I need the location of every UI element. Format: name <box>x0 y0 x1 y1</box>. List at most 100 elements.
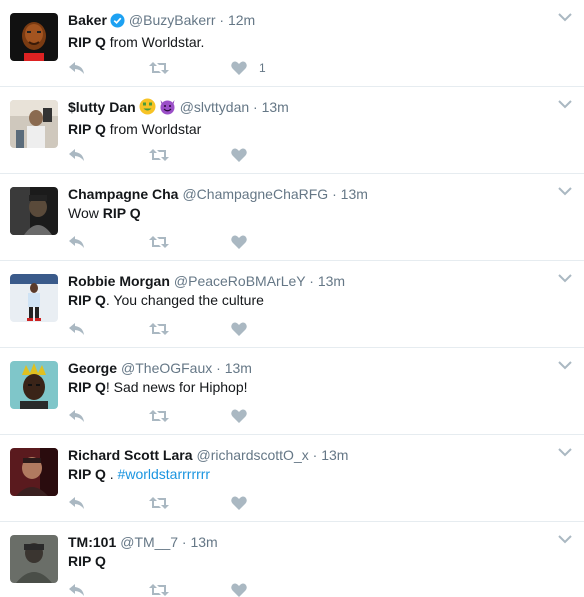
timestamp[interactable]: 13m <box>225 360 252 376</box>
heart-icon <box>231 322 247 336</box>
tweet-text-bold: RIP Q <box>68 34 106 50</box>
author-handle[interactable]: @PeaceRoBMArLeY <box>174 273 305 289</box>
chevron-down-icon[interactable] <box>558 99 572 109</box>
tweet-actions <box>68 145 308 165</box>
tweet-item[interactable]: TM:101 @TM__7 · 13m RIP Q <box>0 522 584 597</box>
tweet-item[interactable]: Baker @BuzyBakerr · 12m RIP Q from Worlds… <box>0 0 584 87</box>
chevron-down-icon[interactable] <box>558 360 572 370</box>
author-name[interactable]: Robbie Morgan <box>68 273 170 289</box>
author-name[interactable]: Baker <box>68 12 107 28</box>
like-button[interactable] <box>231 493 247 513</box>
retweet-button[interactable] <box>149 580 169 597</box>
avatar[interactable] <box>10 361 58 409</box>
tweet-item[interactable]: Champagne Cha @ChampagneChaRFG · 13m Wow … <box>0 174 584 261</box>
retweet-button[interactable] <box>149 493 169 513</box>
tweet-text-bold: RIP Q <box>68 553 106 569</box>
avatar[interactable] <box>10 100 58 148</box>
like-button[interactable] <box>231 406 247 426</box>
tweet-text-bold: RIP Q <box>68 292 106 308</box>
avatar[interactable] <box>10 13 58 61</box>
reply-button[interactable] <box>68 493 86 513</box>
author-name[interactable]: $lutty Dan <box>68 99 136 115</box>
retweet-button[interactable] <box>149 406 169 426</box>
tweet-text-bold: RIP Q <box>102 205 141 221</box>
reply-button[interactable] <box>68 232 86 252</box>
avatar-image <box>10 361 58 409</box>
author-handle[interactable]: @TheOGFaux <box>121 360 212 376</box>
timestamp[interactable]: 13m <box>321 447 348 463</box>
avatar[interactable] <box>10 187 58 235</box>
retweet-icon <box>149 323 169 335</box>
chevron-down-icon[interactable] <box>558 12 572 22</box>
tweet-text: RIP Q from Worldstar. <box>68 33 544 52</box>
chevron-down-icon[interactable] <box>558 273 572 283</box>
tweet-actions <box>68 406 308 426</box>
author-name[interactable]: Champagne Cha <box>68 186 178 202</box>
reply-button[interactable] <box>68 406 86 426</box>
tweet-actions <box>68 493 308 513</box>
avatar[interactable] <box>10 448 58 496</box>
retweet-button[interactable] <box>149 145 169 165</box>
heart-icon <box>231 61 247 75</box>
like-button[interactable] <box>231 232 247 252</box>
like-button[interactable] <box>231 580 247 597</box>
heart-icon <box>231 496 247 510</box>
hashtag-link[interactable]: #worldstarrrrrrr <box>118 466 211 482</box>
avatar[interactable] <box>10 274 58 322</box>
author-name[interactable]: TM:101 <box>68 534 116 550</box>
avatar-image <box>10 535 58 583</box>
author-handle[interactable]: @slvttydan <box>180 99 249 115</box>
avatar-image <box>10 13 58 61</box>
avatar[interactable] <box>10 535 58 583</box>
avatar-image <box>10 448 58 496</box>
author-name[interactable]: Richard Scott Lara <box>68 447 192 463</box>
timestamp[interactable]: 13m <box>190 534 217 550</box>
author-handle[interactable]: @BuzyBakerr <box>129 12 216 28</box>
retweet-button[interactable] <box>149 232 169 252</box>
timestamp[interactable]: 13m <box>318 273 345 289</box>
reply-icon <box>69 149 84 161</box>
like-button[interactable] <box>231 145 247 165</box>
chevron-down-icon[interactable] <box>558 447 572 457</box>
separator: · <box>219 12 225 28</box>
reply-button[interactable] <box>68 145 86 165</box>
reply-button[interactable] <box>68 58 86 78</box>
author-name[interactable]: George <box>68 360 117 376</box>
tweet-text-bold: RIP Q <box>68 379 106 395</box>
smiling-imp-icon <box>159 98 176 119</box>
tweet-actions: 1 <box>68 58 308 78</box>
author-handle[interactable]: @ChampagneChaRFG <box>182 186 328 202</box>
avatar-image <box>10 100 58 148</box>
reply-button[interactable] <box>68 580 86 597</box>
tweet-text-rest: . You changed the culture <box>105 292 264 308</box>
tweet-item[interactable]: Robbie Morgan @PeaceRoBMArLeY · 13m RIP Q… <box>0 261 584 348</box>
chevron-down-icon[interactable] <box>558 534 572 544</box>
reply-button[interactable] <box>68 319 86 339</box>
separator: · <box>216 360 221 376</box>
tweet-item[interactable]: $lutty Dan @slvttydan · 13m RIP Q from Wo… <box>0 87 584 174</box>
author-handle[interactable]: @richardscottO_x <box>196 447 308 463</box>
heart-icon <box>231 583 247 597</box>
tweet-actions <box>68 232 308 252</box>
tweet-item[interactable]: Richard Scott Lara @richardscottO_x · 13m… <box>0 435 584 522</box>
like-button[interactable] <box>231 319 247 339</box>
heart-icon <box>231 235 247 249</box>
retweet-icon <box>149 236 169 248</box>
tweet-text: RIP Q! Sad news for Hiphop! <box>68 378 544 397</box>
reply-icon <box>69 62 84 74</box>
retweet-icon <box>149 584 169 596</box>
like-button[interactable]: 1 <box>231 58 266 78</box>
tweet-text-bold: RIP Q <box>68 466 106 482</box>
retweet-button[interactable] <box>149 58 169 78</box>
timestamp[interactable]: 13m <box>262 99 289 115</box>
author-handle[interactable]: @TM__7 <box>120 534 178 550</box>
tweet-text-pre: Wow <box>68 205 103 221</box>
tweet-item[interactable]: George @TheOGFaux · 13m RIP Q! Sad news f… <box>0 348 584 435</box>
timestamp[interactable]: 13m <box>341 186 368 202</box>
timestamp[interactable]: 12m <box>228 12 255 28</box>
chevron-down-icon[interactable] <box>558 186 572 196</box>
retweet-button[interactable] <box>149 319 169 339</box>
tweet-text: RIP Q . #worldstarrrrrrr <box>68 465 544 484</box>
separator: · <box>253 99 258 115</box>
separator: · <box>332 186 337 202</box>
